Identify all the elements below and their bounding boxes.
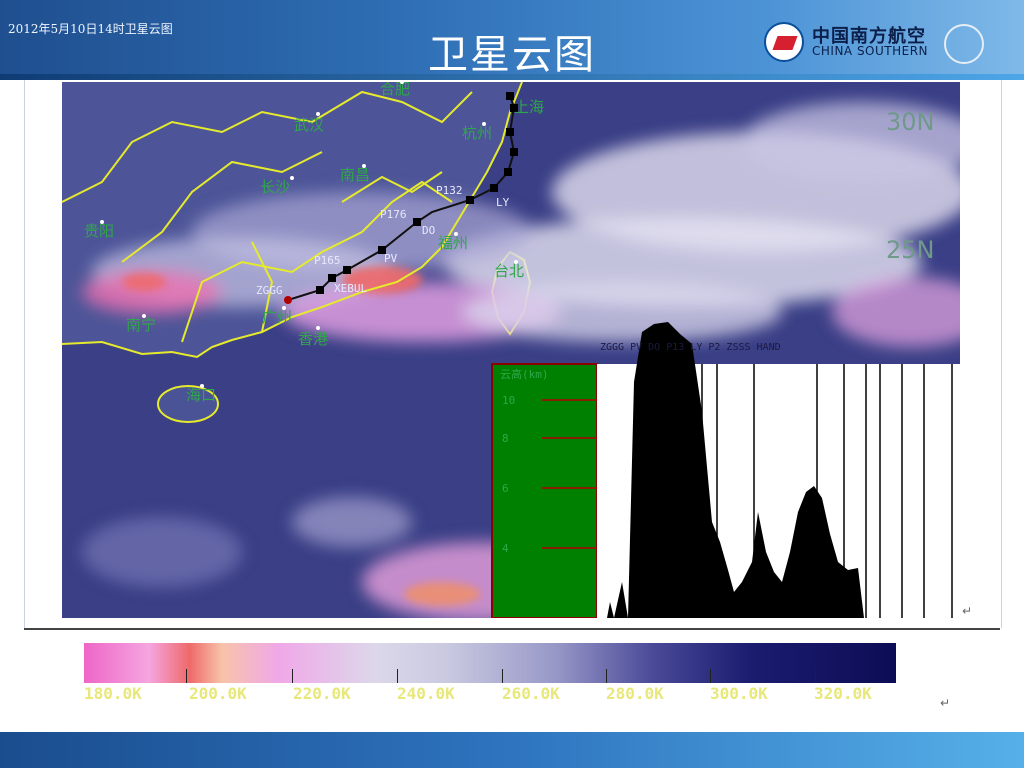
latitude-label: 30N (886, 108, 935, 136)
scale-label: 320.0K (814, 684, 872, 703)
city-label: 福州 (438, 234, 468, 252)
waypoint-label: DO (422, 224, 435, 237)
header-banner: 2012年5月10日14时卫星云图 卫星云图 中国南方航空 CHINA SOUT… (0, 0, 1024, 80)
return-mark: ↵ (962, 604, 973, 618)
latitude-label: 25N (886, 236, 935, 264)
ornament-icon (944, 24, 984, 64)
waypoint-label: ZGGG (256, 284, 283, 297)
scale-label: 300.0K (710, 684, 768, 703)
city-label: 上海 (514, 98, 544, 116)
waypoint-label: LY (496, 196, 510, 209)
scale-tick (710, 669, 711, 683)
scale-label: 280.0K (606, 684, 664, 703)
scale-label: 240.0K (397, 684, 455, 703)
profile-waypoint-header: ZGGG PV DO P13 LY P2 ZSSS HAND (600, 342, 781, 353)
city-label: 贵阳 (84, 222, 114, 240)
footer-banner (0, 732, 1024, 768)
satellite-cloud-image: P132 P176 P165 PV XEBUL ZGGG DO LY 长沙 南昌… (62, 82, 960, 618)
profile-axis-title: 云高(km) (500, 367, 549, 381)
separator-line (24, 628, 1000, 630)
city-label: 杭州 (462, 124, 492, 142)
scale-tick (502, 669, 503, 683)
profile-tick-label: 6 (502, 482, 509, 495)
scale-label: 260.0K (502, 684, 560, 703)
satellite-map-svg: P132 P176 P165 PV XEBUL ZGGG DO LY 长沙 南昌… (62, 82, 960, 618)
scale-label: 200.0K (189, 684, 247, 703)
city-label: 台北 (494, 262, 524, 280)
city-label: 武汉 (294, 116, 324, 134)
scale-tick (606, 669, 607, 683)
profile-tick-label: 10 (502, 394, 515, 407)
scale-tick (815, 669, 816, 683)
city-label: 南宁 (126, 316, 156, 334)
scale-tick (186, 669, 187, 683)
scale-tick (397, 669, 398, 683)
scale-label: 180.0K (84, 684, 142, 703)
profile-tick-label: 4 (502, 542, 509, 555)
waypoint-label: P176 (380, 208, 407, 221)
waypoint-label: P165 (314, 254, 341, 267)
city-label: 合肥 (380, 82, 410, 98)
waypoint-label: PV (384, 252, 398, 265)
scale-tick (292, 669, 293, 683)
waypoint-label: XEBUL (334, 282, 367, 295)
return-mark: ↵ (940, 696, 951, 710)
city-label: 广州 (262, 308, 292, 326)
profile-tick-label: 8 (502, 432, 509, 445)
city-label: 香港 (298, 330, 328, 348)
waypoint-label: P132 (436, 184, 463, 197)
cloud-height-profile: 云高(km) 10 8 6 4 ZGGG PV DO P13 LY P2 ZSS… (491, 322, 960, 618)
kapok-logo-icon (764, 22, 804, 62)
city-label: 南昌 (340, 166, 370, 184)
scale-label: 220.0K (293, 684, 351, 703)
city-label: 海口 (186, 386, 216, 404)
temperature-color-scale (84, 643, 896, 683)
scale-labels: 180.0K 200.0K 220.0K 240.0K 260.0K 280.0… (84, 684, 896, 706)
city-label: 长沙 (260, 178, 290, 196)
logo-english-text: CHINA SOUTHERN (812, 44, 929, 58)
airline-logo: 中国南方航空 CHINA SOUTHERN (764, 22, 984, 64)
